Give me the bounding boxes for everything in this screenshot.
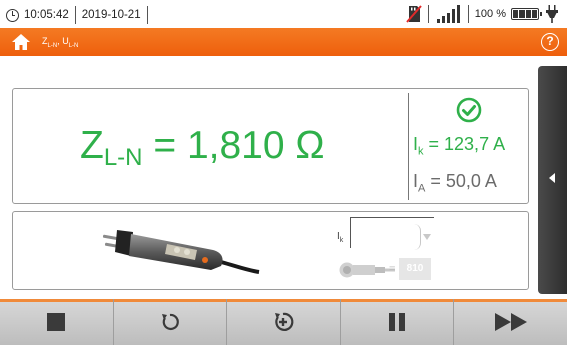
plug-probe-icon [102,230,260,274]
title-u-sub: L-N [68,42,79,49]
home-icon[interactable] [11,33,31,51]
status-right: 100 % [406,4,559,24]
reset-icon [161,313,179,331]
status-bar: 10:05:42 2019-10-21 100 % [0,0,567,28]
battery-percent: 100 % [474,8,506,20]
fast-forward-icon [494,313,527,331]
signal-strength-icon [436,5,462,23]
ia-result: IA = 50,0 A [413,171,529,195]
status-date: 2019-10-21 [81,9,141,21]
stop-button[interactable] [0,299,114,345]
stop-icon [47,313,66,331]
no-sd-card-icon [406,5,422,23]
auto-measure-icon [275,312,294,331]
result-symbol-sub: L-N [103,144,143,171]
main-result: ZL-N = 1,810 Ω [80,124,325,172]
result-divider [408,93,409,200]
status-separator [467,5,469,23]
ik-select-label-sub: k [339,237,344,244]
pause-button[interactable] [341,299,455,345]
title-bar: ZL-N, UL-N ? [0,28,567,56]
ik-limit-select[interactable] [350,217,434,250]
result-panel: ZL-N = 1,810 Ω Ik = 123,7 A IA = 50,0 A [12,88,529,204]
check-circle-icon [456,97,482,123]
auto-measure-button[interactable] [227,299,341,345]
ia-value: = 50,0 A [425,171,497,191]
mains-plug-icon [546,5,558,23]
clock-icon [6,8,19,22]
arrow-left-icon [549,173,555,183]
adapter-equals: = [389,263,396,275]
ik-value: = 123,7 A [423,134,506,154]
help-icon[interactable]: ? [541,33,559,51]
bottom-toolbar [0,299,567,345]
ik-select-label: Ik [337,231,343,244]
screen-title: ZL-N, UL-N [42,36,78,49]
ik-result: Ik = 123,7 A [413,134,529,158]
battery-full-icon [511,8,542,20]
reset-button[interactable] [114,299,228,345]
fast-forward-button[interactable] [454,299,567,345]
side-panel-tab[interactable] [538,66,567,294]
status-separator [146,6,148,24]
status-time: 10:05:42 [24,9,69,21]
title-z-sub: L-N [47,42,58,49]
status-left: 10:05:42 2019-10-21 [6,6,154,24]
chevron-down-icon[interactable] [412,224,434,250]
status-separator [427,5,429,23]
result-equals: = [142,124,187,167]
result-symbol: Z [80,124,104,167]
pause-icon [389,313,406,331]
adapter-value: 810 [399,258,431,280]
probe-panel: Ik = 810 [12,211,529,290]
status-separator [74,6,76,24]
result-value: 1,810 Ω [186,124,325,167]
